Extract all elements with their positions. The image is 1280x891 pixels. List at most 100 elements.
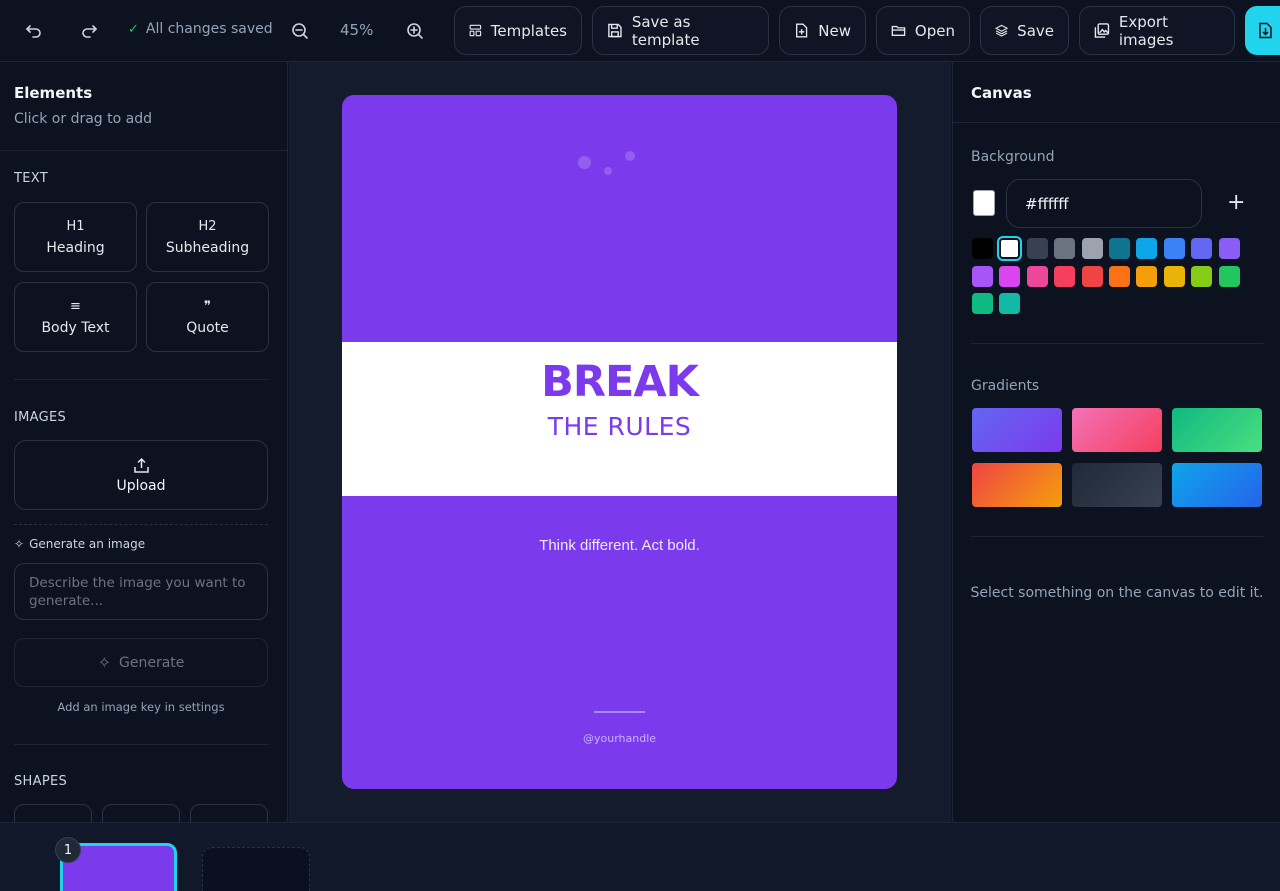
gradient-swatch[interactable] (1072, 463, 1162, 507)
shape-tile[interactable] (190, 804, 268, 822)
decor-dot (604, 167, 612, 175)
headline-text[interactable]: BREAK (342, 357, 897, 407)
divider (971, 536, 1263, 537)
canvas-panel-title: Canvas (971, 84, 1032, 102)
sparkles-icon: ✧ (97, 653, 111, 672)
floppy-icon (608, 23, 622, 38)
download-icon (1259, 22, 1272, 39)
quote-label: Quote (186, 319, 229, 336)
color-swatch[interactable] (999, 293, 1021, 314)
color-swatch[interactable] (997, 236, 1023, 261)
gradients-label: Gradients (971, 378, 1040, 394)
quote-tile[interactable]: ❞ Quote (146, 282, 269, 352)
divider (14, 524, 268, 525)
export-images-label: Export images (1118, 12, 1174, 49)
color-swatch[interactable] (1136, 265, 1158, 287)
color-swatch[interactable] (1109, 265, 1130, 287)
sparkles-icon: ✧ (14, 537, 25, 551)
save-status-text: All changes saved (145, 21, 273, 37)
gradient-swatch[interactable] (1072, 408, 1162, 452)
image-prompt-input[interactable]: Describe the image you want to generate.… (14, 563, 268, 620)
heading-tile[interactable]: H1 Heading (14, 202, 137, 272)
layers-icon (995, 24, 1009, 37)
background-label: Background (971, 149, 1055, 165)
zoom-out-icon[interactable] (285, 16, 315, 46)
color-swatch[interactable] (1163, 265, 1185, 287)
gradient-swatch[interactable] (972, 408, 1062, 452)
save-as-template-label: Save as template (631, 12, 700, 49)
save-button[interactable]: Save (980, 6, 1069, 55)
color-swatch[interactable] (972, 293, 993, 314)
divider (971, 343, 1263, 344)
export-images-button[interactable]: Export images (1079, 6, 1235, 55)
save-as-template-button[interactable]: Save as template (592, 6, 769, 55)
canvas-properties-panel: Canvas Background #ffffff + Gradients Se… (952, 62, 1280, 822)
shape-tile[interactable] (102, 804, 180, 822)
new-button[interactable]: New (779, 6, 866, 55)
templates-button[interactable]: Templates (454, 6, 582, 55)
handle-text[interactable]: @yourhandle (342, 732, 897, 745)
elements-title: Elements (14, 84, 93, 102)
download-button[interactable] (1245, 6, 1280, 55)
text-lines-icon: ≡ (70, 298, 81, 314)
gradient-swatch[interactable] (972, 463, 1062, 507)
body-text-tile[interactable]: ≡ Body Text (14, 282, 137, 352)
gradient-swatch[interactable] (1172, 463, 1262, 507)
divider (953, 122, 1280, 123)
divider-line[interactable] (594, 711, 645, 713)
color-swatch[interactable] (1054, 265, 1076, 287)
color-swatch[interactable] (1081, 265, 1103, 287)
generate-hint: Add an image key in settings (57, 700, 225, 714)
quote-icon: ❞ (204, 298, 211, 314)
color-swatch[interactable] (1054, 238, 1076, 259)
new-file-icon (796, 23, 808, 38)
color-swatch[interactable] (972, 238, 993, 259)
color-swatch[interactable] (999, 265, 1021, 287)
subheadline-text[interactable]: THE RULES (342, 412, 897, 441)
generate-label: Generate (119, 654, 185, 671)
upload-icon (133, 457, 149, 473)
top-toolbar: ✓ All changes saved 45% Templates Save a… (0, 0, 1280, 62)
color-swatch[interactable] (1109, 238, 1130, 259)
color-swatch[interactable] (1136, 238, 1158, 259)
redo-icon[interactable] (74, 16, 104, 46)
templates-label: Templates (490, 21, 567, 40)
add-color-icon[interactable]: + (1227, 190, 1245, 215)
open-button[interactable]: Open (876, 6, 970, 55)
tagline-text[interactable]: Think different. Act bold. (342, 537, 897, 554)
current-color-swatch[interactable] (973, 190, 995, 216)
upload-label: Upload (116, 477, 166, 494)
subheading-tile[interactable]: H2 Subheading (146, 202, 269, 272)
subheading-label: Subheading (165, 239, 250, 256)
save-label: Save (1017, 21, 1054, 40)
hex-color-input[interactable]: #ffffff (1006, 179, 1202, 228)
shape-tile[interactable] (14, 804, 92, 822)
new-label: New (818, 21, 851, 40)
page-strip: 1 (0, 822, 1280, 891)
divider (14, 379, 268, 380)
app: ✓ All changes saved 45% Templates Save a… (0, 0, 1280, 891)
check-icon: ✓ (128, 21, 139, 37)
color-swatch[interactable] (1026, 265, 1048, 287)
subheading-icon: H2 (198, 218, 217, 234)
zoom-in-icon[interactable] (400, 16, 430, 46)
color-swatch[interactable] (1218, 238, 1240, 259)
color-swatch[interactable] (1081, 238, 1103, 259)
folder-icon (891, 25, 906, 36)
upload-button[interactable]: Upload (14, 440, 268, 510)
zoom-level: 45% (340, 21, 374, 39)
body-text-label: Body Text (41, 319, 110, 336)
color-swatch[interactable] (1163, 238, 1185, 259)
gradient-swatch[interactable] (1172, 408, 1262, 452)
generate-button[interactable]: ✧ Generate (14, 638, 268, 687)
color-swatch[interactable] (1218, 265, 1240, 287)
design-card[interactable]: BREAK THE RULES Think different. Act bol… (342, 95, 897, 789)
color-swatch[interactable] (1191, 265, 1213, 287)
add-page-slot[interactable] (202, 847, 310, 891)
color-swatch[interactable] (1191, 238, 1213, 259)
color-swatch[interactable] (1026, 238, 1048, 259)
images-section-label: IMAGES (14, 410, 67, 425)
generate-image-label: ✧ Generate an image (14, 537, 145, 551)
undo-icon[interactable] (19, 16, 49, 46)
color-swatch[interactable] (972, 265, 993, 287)
